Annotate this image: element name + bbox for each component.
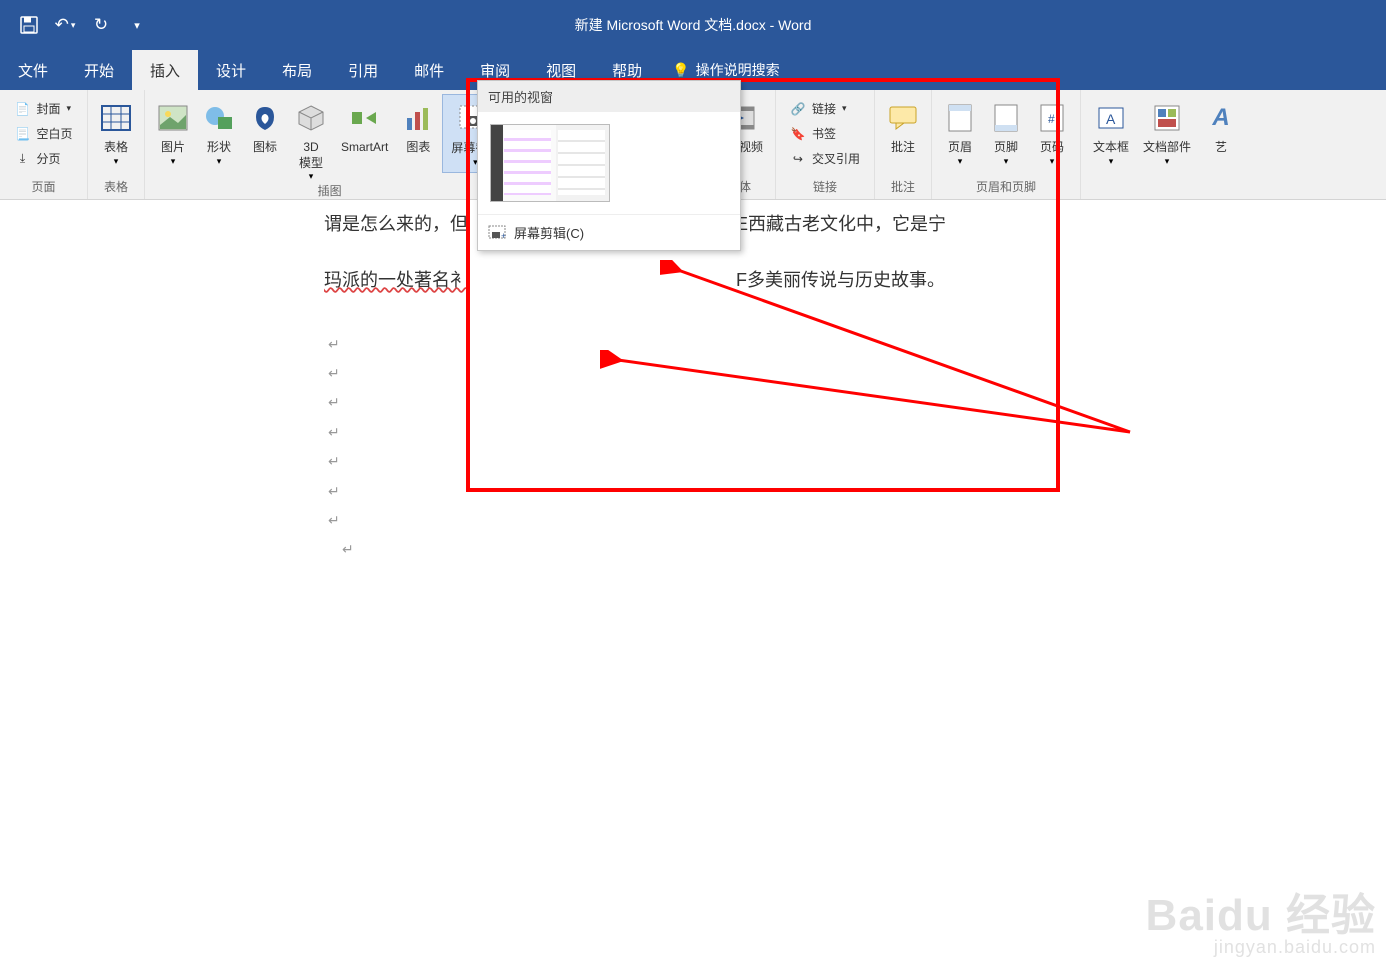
tab-insert[interactable]: 插入 <box>132 50 198 90</box>
bookmark-icon: 🔖 <box>790 126 806 142</box>
tab-layout[interactable]: 布局 <box>264 50 330 90</box>
text-line-1b: E西藏古老文化中，它是宁 <box>736 206 946 244</box>
cover-page-icon: 📄 <box>14 101 30 117</box>
table-icon <box>100 98 132 138</box>
bookmark-button[interactable]: 🔖书签 <box>786 123 864 144</box>
paragraph-mark: ↵ <box>328 506 1164 535</box>
blank-page-button[interactable]: 📃空白页 <box>10 123 76 144</box>
tab-design[interactable]: 设计 <box>198 50 264 90</box>
smartart-icon <box>350 98 380 138</box>
quick-parts-button[interactable]: 文档部件▾ <box>1137 94 1197 167</box>
page-break-icon: ⤓ <box>14 151 30 167</box>
group-label-comments: 批注 <box>881 178 925 199</box>
title-bar: ↶▾ ↻ ▾ 新建 Microsoft Word 文档.docx - Word <box>0 0 1386 50</box>
icons-icon <box>250 98 280 138</box>
group-label-pages: 页面 <box>6 178 81 199</box>
cube-icon <box>296 98 326 138</box>
text-line-2b: F多美丽传说与历史故事。 <box>736 262 945 300</box>
screenshot-dropdown: 可用的视窗 + 屏幕剪辑(C) <box>477 80 741 251</box>
qat-customize-icon[interactable]: ▾ <box>128 16 146 34</box>
group-label-tables: 表格 <box>94 178 138 199</box>
icons-button[interactable]: 图标 <box>243 94 287 156</box>
paragraph-mark: ↵ <box>328 477 1164 506</box>
document-page: 谓是怎么来的，但 E西藏古老文化中，它是宁 玛派的一处著名衤 F多美丽传说与历史… <box>204 200 1164 565</box>
parts-icon <box>1153 98 1181 138</box>
table-button[interactable]: 表格▾ <box>94 94 138 167</box>
cover-page-button[interactable]: 📄封面 ▾ <box>10 98 76 119</box>
svg-text:#: # <box>1048 112 1055 126</box>
3d-models-button[interactable]: 3D 模型▾ <box>289 94 333 182</box>
svg-text:+: + <box>501 231 506 241</box>
group-label-hf: 页眉和页脚 <box>938 178 1074 199</box>
screen-clipping-button[interactable]: + 屏幕剪辑(C) <box>478 214 740 250</box>
quick-access-toolbar: ↶▾ ↻ ▾ <box>0 16 146 34</box>
pictures-icon <box>158 98 188 138</box>
comment-icon <box>888 98 918 138</box>
group-label-links: 链接 <box>782 178 868 199</box>
header-button[interactable]: 页眉▾ <box>938 94 982 167</box>
window-thumbnail[interactable] <box>490 124 610 202</box>
group-links: 🔗链接 ▾ 🔖书签 ↪交叉引用 链接 <box>776 90 875 199</box>
pictures-button[interactable]: 图片▾ <box>151 94 195 167</box>
paragraph-mark: ↵ <box>328 388 1164 417</box>
group-header-footer: 页眉▾ 页脚▾ #页码▾ 页眉和页脚 <box>932 90 1081 199</box>
tab-home[interactable]: 开始 <box>66 50 132 90</box>
save-icon[interactable] <box>20 16 38 34</box>
chart-icon <box>403 98 433 138</box>
shapes-button[interactable]: 形状▾ <box>197 94 241 167</box>
document-title: 新建 Microsoft Word 文档.docx - Word <box>575 15 812 35</box>
wordart-button[interactable]: A艺 <box>1199 94 1243 156</box>
paragraph-mark: ↵ <box>328 418 1164 447</box>
group-comments: 批注 批注 <box>875 90 932 199</box>
undo-icon[interactable]: ↶▾ <box>56 16 74 34</box>
document-canvas[interactable]: 谓是怎么来的，但 E西藏古老文化中，它是宁 玛派的一处著名衤 F多美丽传说与历史… <box>0 200 1386 966</box>
paragraph-mark: ↵ <box>328 359 1164 388</box>
group-illustrations: 图片▾ 形状▾ 图标 3D 模型▾ SmartArt 图表 +屏幕截图▾ 插图 <box>145 90 515 199</box>
page-break-button[interactable]: ⤓分页 <box>10 148 76 169</box>
text-line-1a: 谓是怎么来的，但 <box>324 206 468 244</box>
wordart-icon: A <box>1212 98 1229 138</box>
paragraph-mark: ↵ <box>328 330 1164 359</box>
textbox-icon: A <box>1097 98 1125 138</box>
redo-icon[interactable]: ↻ <box>92 16 110 34</box>
paragraph-mark: ↵ <box>342 535 1164 564</box>
camera-plus-icon: + <box>488 225 506 241</box>
text-line-2a: 玛派的一处著名衤 <box>324 262 468 300</box>
tab-mailings[interactable]: 邮件 <box>396 50 462 90</box>
svg-text:A: A <box>1106 111 1116 127</box>
group-tables: 表格▾ 表格 <box>88 90 145 199</box>
lightbulb-icon: 💡 <box>672 62 689 79</box>
textbox-button[interactable]: A文本框▾ <box>1087 94 1135 167</box>
smartart-button[interactable]: SmartArt <box>335 94 394 156</box>
paragraph-mark: ↵ <box>328 447 1164 476</box>
shapes-icon <box>204 98 234 138</box>
comment-button[interactable]: 批注 <box>881 94 925 156</box>
footer-button[interactable]: 页脚▾ <box>984 94 1028 167</box>
xref-icon: ↪ <box>790 151 806 167</box>
page-number-button[interactable]: #页码▾ <box>1030 94 1074 167</box>
link-icon: 🔗 <box>790 101 806 117</box>
dropdown-header: 可用的视窗 <box>478 81 740 112</box>
available-windows <box>478 112 740 214</box>
footer-icon <box>993 98 1019 138</box>
group-text: A文本框▾ 文档部件▾ A艺 <box>1081 90 1249 199</box>
group-pages: 📄封面 ▾ 📃空白页 ⤓分页 页面 <box>0 90 88 199</box>
tab-file[interactable]: 文件 <box>0 50 66 90</box>
cross-reference-button[interactable]: ↪交叉引用 <box>786 148 864 169</box>
chart-button[interactable]: 图表 <box>396 94 440 156</box>
blank-page-icon: 📃 <box>14 126 30 142</box>
link-button[interactable]: 🔗链接 ▾ <box>786 98 864 119</box>
tab-references[interactable]: 引用 <box>330 50 396 90</box>
header-icon <box>947 98 973 138</box>
pagenum-icon: # <box>1039 98 1065 138</box>
